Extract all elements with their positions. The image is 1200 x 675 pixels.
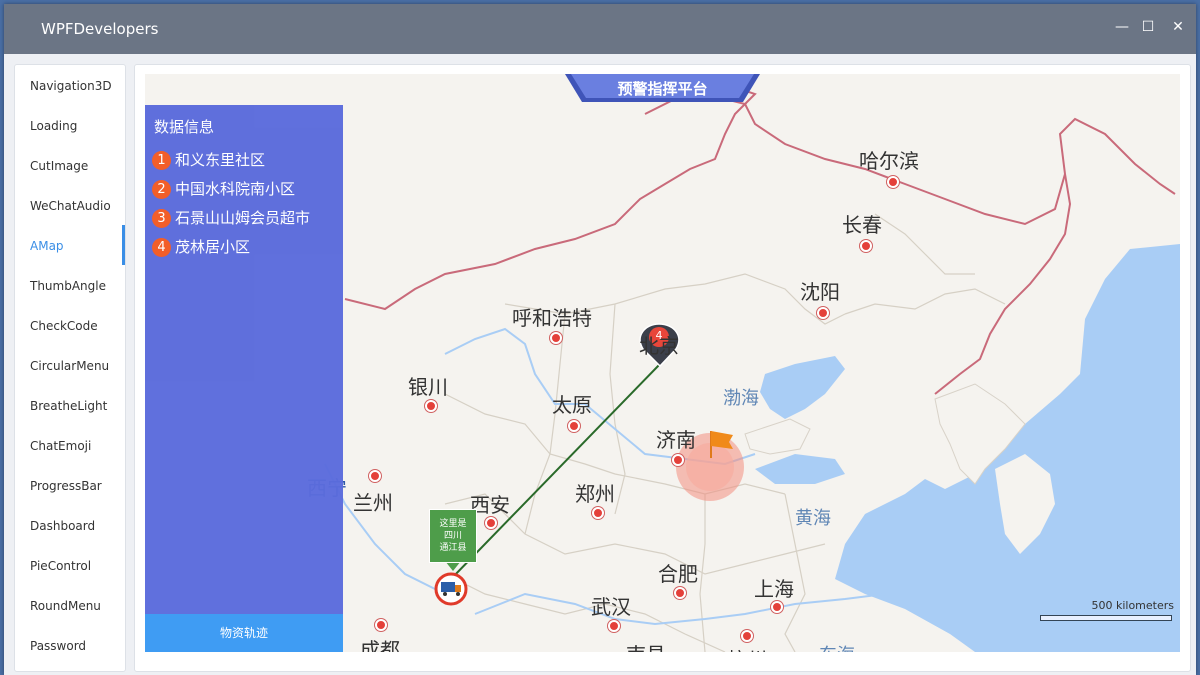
city-label-yinchuan: 银川: [408, 375, 448, 399]
city-label-lanzhou: 兰州: [353, 491, 393, 515]
city-label-hangzhou: 杭州: [727, 644, 767, 652]
supply-track-button[interactable]: 物资轨迹: [145, 614, 343, 652]
city-marker: [771, 601, 783, 613]
city-label-hohhot: 呼和浩特: [512, 306, 592, 330]
window-title: WPFDevelopers: [41, 20, 159, 38]
data-info-panel: 数据信息 1 和义东里社区 2 中国水科院南小区 3 石景山山姆会员超市 4 茂林居小区: [145, 105, 343, 614]
city-marker: [369, 470, 381, 482]
sidebar-item-password[interactable]: Password: [15, 625, 125, 665]
main-content: 预警指挥平台 哈尔滨 长春 沈阳 呼和浩特 北京 银川 太原 济南 西宁 兰州 …: [134, 64, 1191, 672]
city-label-zhengzhou: 郑州: [575, 482, 615, 506]
sidebar-item-circularmenu[interactable]: CircularMenu: [15, 345, 125, 385]
sidebar-item-cutimage[interactable]: CutImage: [15, 145, 125, 185]
city-label-jinan: 济南: [656, 428, 696, 452]
panel-title: 数据信息: [154, 118, 215, 136]
info-list-item[interactable]: 1 和义东里社区: [152, 149, 265, 171]
sidebar-nav: Navigation3D Loading CutImage WeChatAudi…: [14, 64, 126, 672]
app-window: WPFDevelopers — ☐ ✕ Navigation3D Loading…: [4, 4, 1196, 675]
maximize-icon[interactable]: ☐: [1137, 16, 1159, 38]
sidebar-item-breathelight[interactable]: BreatheLight: [15, 385, 125, 425]
banner-title: 预警指挥平台: [617, 80, 708, 98]
city-label-hefei: 合肥: [658, 562, 698, 586]
city-marker: [375, 619, 387, 631]
city-marker: [860, 240, 872, 252]
city-label-chengdu: 成都: [360, 638, 400, 652]
bubble-line-3: 通江县: [439, 543, 467, 553]
city-label-changchun: 长春: [842, 213, 882, 237]
city-marker: [608, 620, 620, 632]
item-number-badge: 3: [152, 209, 171, 228]
bubble-line-2: 四川: [443, 531, 462, 541]
city-label-nanchang: 南昌: [626, 639, 666, 652]
sidebar-item-amap[interactable]: AMap: [15, 225, 125, 265]
map-pin-number[interactable]: 4: [653, 329, 665, 342]
info-list-item[interactable]: 3 石景山山姆会员超市: [152, 207, 310, 229]
platform-banner: 预警指挥平台: [565, 74, 760, 102]
city-marker: [425, 400, 437, 412]
sidebar-item-checkcode[interactable]: CheckCode: [15, 305, 125, 345]
sidebar-item-navigation3d[interactable]: Navigation3D: [15, 65, 125, 105]
minimize-icon[interactable]: —: [1111, 16, 1133, 38]
item-number-badge: 4: [152, 238, 171, 257]
city-marker: [550, 332, 562, 344]
city-label-taiyuan: 太原: [552, 393, 592, 417]
location-bubble[interactable]: 这里是 四川 通江县: [429, 509, 477, 563]
item-label: 茂林居小区: [175, 238, 251, 256]
sidebar-item-wechataudio[interactable]: WeChatAudio: [15, 185, 125, 225]
sidebar-item-thumbangle[interactable]: ThumbAngle: [15, 265, 125, 305]
info-list-item[interactable]: 2 中国水科院南小区: [152, 178, 295, 200]
sidebar-item-roundmenu[interactable]: RoundMenu: [15, 585, 125, 625]
city-marker: [817, 307, 829, 319]
scale-label: 500 kilometers: [1091, 599, 1174, 612]
sidebar-item-piecontrol[interactable]: PieControl: [15, 545, 125, 585]
city-marker: [672, 454, 684, 466]
sidebar-item-progressbar[interactable]: ProgressBar: [15, 465, 125, 505]
item-label: 和义东里社区: [175, 151, 266, 169]
info-list-item[interactable]: 4 茂林居小区: [152, 236, 250, 258]
city-marker: [568, 420, 580, 432]
city-marker: [674, 587, 686, 599]
scale-line: [1040, 615, 1172, 621]
item-label: 石景山山姆会员超市: [175, 209, 311, 227]
city-marker: [741, 630, 753, 642]
item-label: 中国水科院南小区: [175, 180, 296, 198]
title-bar[interactable]: WPFDevelopers — ☐ ✕: [4, 4, 1196, 54]
close-icon[interactable]: ✕: [1167, 16, 1189, 38]
item-number-badge: 1: [152, 151, 171, 170]
sidebar-item-loading[interactable]: Loading: [15, 105, 125, 145]
city-label-wuhan: 武汉: [591, 595, 631, 619]
city-label-shanghai: 上海: [754, 577, 794, 601]
city-label-shenyang: 沈阳: [800, 280, 840, 304]
sidebar-item-dashboard[interactable]: Dashboard: [15, 505, 125, 545]
sea-label-yellow-sea: 黄海: [795, 508, 831, 529]
sea-label-east-sea: 东海: [819, 641, 855, 652]
sea-label-bohai: 渤海: [723, 388, 759, 409]
item-number-badge: 2: [152, 180, 171, 199]
sidebar-item-chatemoji[interactable]: ChatEmoji: [15, 425, 125, 465]
bubble-line-1: 这里是: [439, 519, 467, 529]
city-marker: [592, 507, 604, 519]
city-marker: [887, 176, 899, 188]
map-view[interactable]: 预警指挥平台 哈尔滨 长春 沈阳 呼和浩特 北京 银川 太原 济南 西宁 兰州 …: [145, 74, 1180, 652]
city-marker: [485, 517, 497, 529]
city-label-harbin: 哈尔滨: [859, 149, 919, 173]
